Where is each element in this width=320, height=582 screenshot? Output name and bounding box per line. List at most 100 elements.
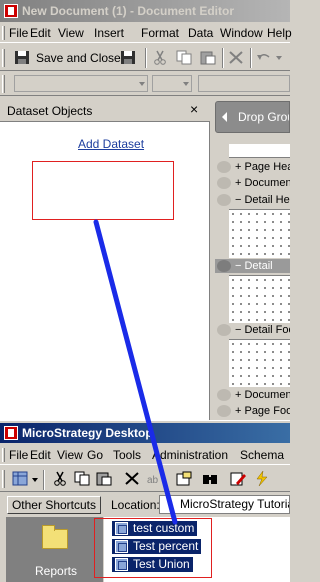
- section-label: + Page Footer: [235, 405, 290, 417]
- close-icon[interactable]: ×: [190, 101, 198, 117]
- section-label: + Document Footer: [235, 389, 290, 401]
- svg-text:ab: ab: [147, 475, 159, 486]
- microstrategy-icon: [4, 426, 18, 440]
- editor-menubar: File Edit View Insert Format Data Window…: [0, 23, 292, 43]
- toolbar-grip[interactable]: [2, 49, 5, 67]
- drag-source-highlight: [94, 518, 212, 578]
- desktop-toolbar: ab: [0, 466, 290, 492]
- document-editor-icon: [4, 4, 18, 18]
- menu-schema[interactable]: Schema: [240, 448, 284, 462]
- rename-icon[interactable]: ab: [146, 471, 162, 486]
- menu-view[interactable]: View: [57, 448, 83, 462]
- font-size-combo[interactable]: [152, 75, 192, 92]
- section-label: − Detail Footer: [235, 324, 290, 336]
- section-toggle-icon[interactable]: [217, 194, 231, 206]
- menu-file[interactable]: File: [9, 26, 28, 40]
- document-editor-window: New Document (1) - Document Editor File …: [0, 0, 292, 420]
- format-toolbar: [0, 72, 290, 96]
- section-toggle-icon[interactable]: [217, 177, 231, 189]
- location-field[interactable]: MicroStrategy Tutorial\: [159, 495, 290, 514]
- menu-go[interactable]: Go: [87, 448, 103, 462]
- menubar-grip[interactable]: [2, 448, 5, 462]
- section-detail-footer[interactable]: − Detail Footer: [215, 323, 290, 337]
- delete-icon[interactable]: [228, 50, 244, 65]
- view-dropdown-icon[interactable]: [32, 478, 38, 483]
- section-toggle-icon[interactable]: [217, 324, 231, 336]
- section-label: − Detail: [235, 260, 273, 272]
- location-bar: Other Shortcuts Location: MicroStrategy …: [0, 494, 290, 516]
- shortcut-reports[interactable]: Reports: [35, 564, 77, 578]
- format-toolbar-grip[interactable]: [2, 75, 5, 93]
- menu-file[interactable]: File: [9, 448, 28, 462]
- menu-insert[interactable]: Insert: [94, 26, 124, 40]
- section-detail[interactable]: − Detail: [215, 259, 290, 273]
- menu-tools[interactable]: Tools: [113, 448, 141, 462]
- desktop-menubar: File Edit View Go Tools Administration S…: [0, 445, 290, 465]
- detail-footer-grid[interactable]: [229, 339, 290, 387]
- chevron-left-icon: [222, 112, 227, 122]
- drop-group-zone[interactable]: Drop Group: [215, 101, 290, 133]
- detail-grid[interactable]: [229, 275, 290, 323]
- save-and-close-button[interactable]: Save and Close: [36, 51, 121, 65]
- section-document-footer[interactable]: + Document Footer: [215, 388, 290, 402]
- chevron-down-icon: [139, 82, 145, 86]
- properties-icon[interactable]: [176, 471, 192, 486]
- menu-data[interactable]: Data: [188, 26, 213, 40]
- copy-icon[interactable]: [176, 50, 192, 65]
- toolbar-separator: [222, 48, 224, 68]
- section-page-header[interactable]: + Page Header: [215, 160, 290, 174]
- menubar-grip[interactable]: [2, 26, 5, 40]
- toolbar-grip[interactable]: [2, 470, 5, 488]
- section-label: + Page Header: [235, 161, 290, 173]
- cut-icon[interactable]: [52, 471, 68, 486]
- undo-dropdown-icon[interactable]: [276, 56, 282, 61]
- drop-group-label: Drop Group: [238, 110, 289, 124]
- add-dataset-link[interactable]: Add Dataset: [78, 137, 144, 151]
- folder-icon[interactable]: [42, 525, 68, 549]
- cut-icon[interactable]: [152, 50, 168, 65]
- font-combo[interactable]: [14, 75, 148, 92]
- section-toggle-icon[interactable]: [217, 405, 231, 417]
- section-page-footer[interactable]: + Page Footer: [215, 404, 290, 418]
- edit-object-icon[interactable]: [230, 471, 246, 486]
- section-label: − Detail Header: [235, 194, 290, 206]
- section-toggle-icon[interactable]: [217, 389, 231, 401]
- save-icon[interactable]: [120, 50, 136, 65]
- run-icon[interactable]: [254, 471, 270, 486]
- undo-icon[interactable]: [256, 50, 272, 65]
- paste-icon[interactable]: [200, 50, 216, 65]
- copy-icon[interactable]: [74, 471, 90, 486]
- shortcut-bar: Reports: [6, 517, 103, 582]
- delete-icon[interactable]: [124, 471, 140, 486]
- toolbar-separator: [250, 48, 252, 68]
- horizontal-ruler: [229, 144, 290, 158]
- chevron-down-icon: [183, 82, 189, 86]
- menu-edit[interactable]: Edit: [30, 448, 51, 462]
- find-icon[interactable]: [202, 471, 218, 486]
- document-layout-area: Drop Group + Page Header + Document Head…: [211, 96, 290, 420]
- detail-header-grid[interactable]: [229, 209, 290, 258]
- section-document-header[interactable]: + Document Header: [215, 176, 290, 190]
- menu-edit[interactable]: Edit: [30, 26, 51, 40]
- dataset-panel-header: Dataset Objects ×: [0, 99, 210, 122]
- section-detail-header[interactable]: − Detail Header: [215, 193, 290, 207]
- drop-target-highlight: [32, 161, 174, 220]
- editor-titlebar[interactable]: New Document (1) - Document Editor: [0, 0, 290, 22]
- menu-administration[interactable]: Administration: [152, 448, 228, 462]
- desktop-titlebar[interactable]: MicroStrategy Desktop: [0, 423, 290, 443]
- menu-help[interactable]: Help: [267, 26, 292, 40]
- style-combo[interactable]: [198, 75, 290, 92]
- menu-view[interactable]: View: [58, 26, 84, 40]
- grid-view-icon[interactable]: [12, 471, 28, 486]
- save-close-icon: [15, 51, 29, 64]
- section-toggle-icon[interactable]: [217, 260, 231, 272]
- menu-format[interactable]: Format: [141, 26, 179, 40]
- section-label: + Document Header: [235, 177, 290, 189]
- dataset-panel-title: Dataset Objects: [7, 104, 93, 118]
- other-shortcuts-button[interactable]: Other Shortcuts: [7, 496, 101, 514]
- section-toggle-icon[interactable]: [217, 161, 231, 173]
- toolbar-separator: [43, 470, 45, 490]
- menu-window[interactable]: Window: [220, 26, 263, 40]
- location-label: Location:: [111, 498, 160, 512]
- paste-icon[interactable]: [96, 471, 112, 486]
